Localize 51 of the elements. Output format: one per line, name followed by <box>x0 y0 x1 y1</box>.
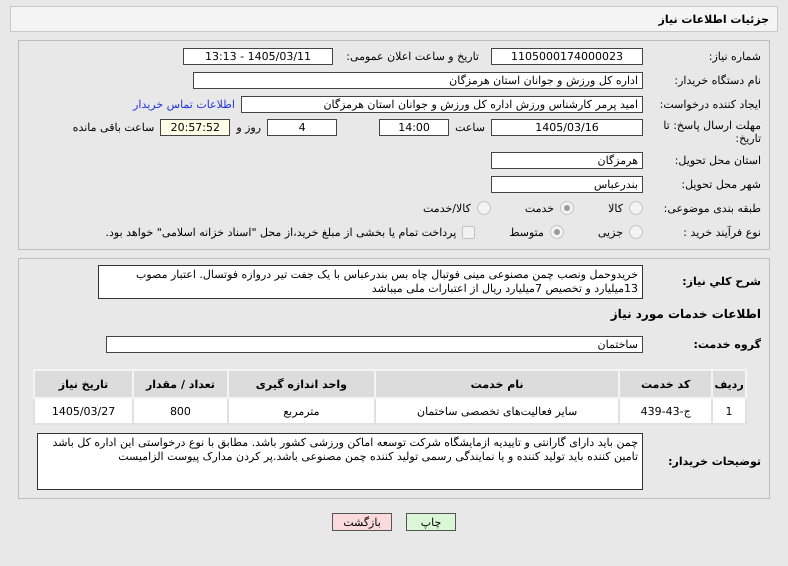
field-label: تاریخ و ساعت اعلان عمومی: <box>345 50 479 62</box>
table-cell: سایر فعالیت‌های تخصصی ساختمان <box>375 398 620 424</box>
table-cell: 1405/03/27 <box>34 398 134 424</box>
table-header: نام خدمت <box>375 370 620 398</box>
radio-label: خدمت <box>524 202 554 214</box>
field-label: طبقه بندی موضوعی: <box>662 202 761 214</box>
field-label: ساعت باقی مانده <box>72 121 154 134</box>
field-label: مهلت ارسال پاسخ: تا تاریخ: <box>662 119 761 145</box>
field-label: نوع فرآیند خرید : <box>682 226 761 238</box>
back-button[interactable]: بازگشت <box>332 513 392 531</box>
table-cell: ج-43-439 <box>619 398 712 424</box>
table-cell: 1 <box>712 398 746 424</box>
need-number-field: 1105000174000023 <box>491 48 643 64</box>
deadline-date-field: 1405/03/16 <box>491 119 643 136</box>
radio-label: متوسط <box>509 226 544 238</box>
table-cell: 800 <box>133 398 228 424</box>
field-label: روز و <box>236 121 262 134</box>
field-label: شرح کلي نياز: <box>681 275 761 288</box>
remaining-time-field: 20:57:52 <box>160 119 230 136</box>
buyer-contact-link[interactable]: اطلاعات تماس خریدار <box>133 98 235 110</box>
field-label: ایجاد کننده درخواست: <box>658 98 761 110</box>
print-button[interactable]: چاپ <box>406 513 456 531</box>
field-label: نام دستگاه خریدار: <box>673 74 761 86</box>
requester-field: امید پرمر کارشناس ورزش اداره کل ورزش و جوانان استان هرمزگان <box>241 96 643 112</box>
city-field: بندرعباس <box>491 176 643 192</box>
checkbox-label: پرداخت تمام یا بخشی از مبلغ خرید،از محل "اسناد خزانه اسلامی" خواهد بود. <box>106 226 456 238</box>
buyer-org-field: اداره کل ورزش و جوانان استان هرمزگان <box>193 72 643 88</box>
field-label: شهر محل تحویل: <box>680 178 761 190</box>
table-header: کد خدمت <box>619 370 712 398</box>
table-header: ردیف <box>712 370 746 398</box>
deadline-time-field: 14:00 <box>379 119 450 136</box>
radio-label: کالا <box>608 202 623 214</box>
table-cell: مترمربع <box>228 398 376 424</box>
section-heading: اطلاعات خدمات مورد نياز <box>610 307 761 321</box>
field-label: توضیحات خریدار: <box>667 455 761 468</box>
table-header: تاریخ نیاز <box>34 370 134 398</box>
summary-textarea: خریدوحمل ونصب چمن مصنوعی مینی فوتبال چاه بس بندرعباس با یک جفت تیر دروازه فوتسال. اعتبار مصوب 13میلیارد و تخصیص 7میلیارد ریال از اعتبارات ملی میباشد <box>98 265 643 299</box>
field-label: استان محل تحویل: <box>674 154 761 166</box>
table-header: واحد اندازه گیری <box>228 370 376 398</box>
field-label: ساعت <box>455 121 485 134</box>
province-field: هرمزگان <box>491 152 643 168</box>
radio-label: جزیی <box>598 226 623 238</box>
days-field: 4 <box>267 119 338 136</box>
service-group-field: ساختمان <box>106 336 643 352</box>
announce-date-field: 1405/03/11 - 13:13 <box>183 48 333 64</box>
radio-label: کالا/خدمت <box>423 202 471 214</box>
table-header: تعداد / مقدار <box>133 370 228 398</box>
page-title: جزئیات اطلاعات نیاز <box>658 12 769 26</box>
field-label: شماره نیاز: <box>708 50 761 62</box>
field-label: گروه خدمت: <box>692 338 761 350</box>
buyer-notes-textarea: چمن باید دارای گارانتی و تاییدیه ازمایشگاه شرکت توسعه اماکن ورزشی کشور باشد. مطابق با نوع درخواستی این اداره کل باشد تامین کننده باید تولید کننده و یا نمایندگی رسمی تولید کننده چمن مصنوعی باشد.پر کردن مدارک پیوست الزامیست <box>37 433 643 490</box>
